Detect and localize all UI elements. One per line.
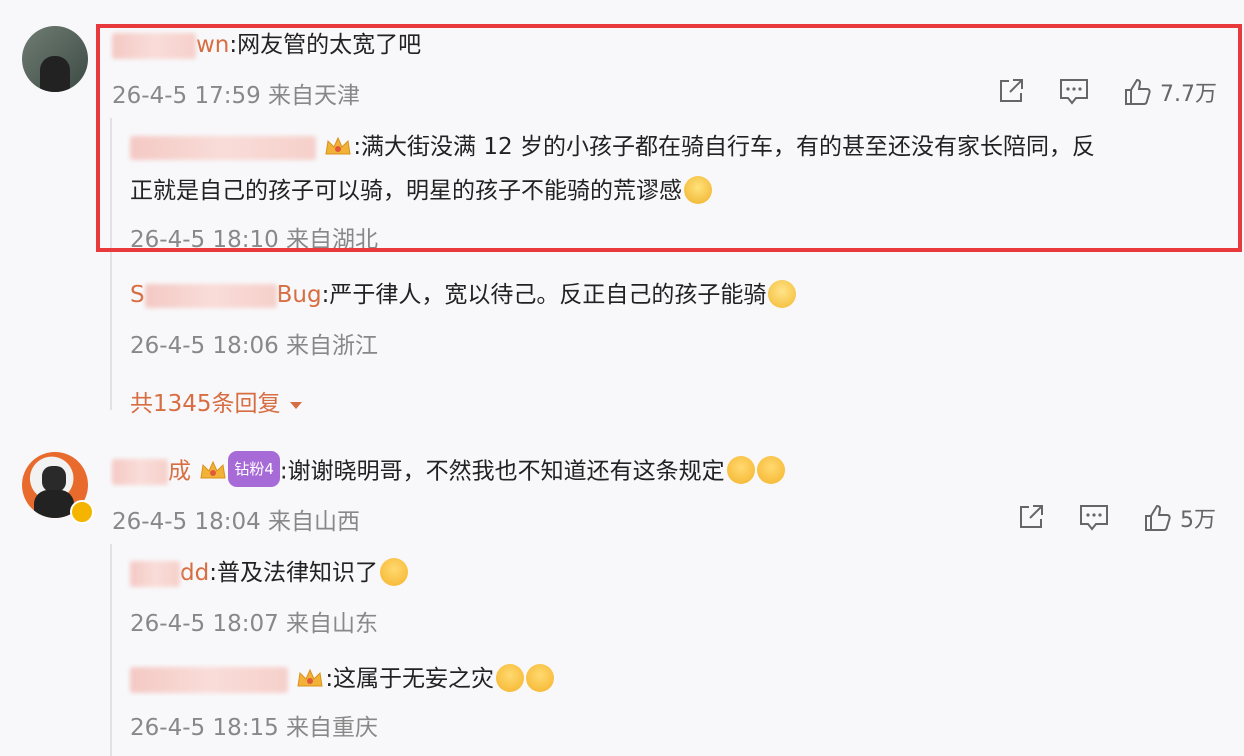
comment-text: :谢谢晓明哥，不然我也不知道还有这条规定 <box>279 458 725 485</box>
more-replies-label: 共1345条回复 <box>130 391 281 417</box>
username-prefix[interactable]: S <box>130 282 145 308</box>
reply-location: 来自山东 <box>286 611 379 637</box>
reply-text: :这属于无妄之灾 <box>325 666 495 692</box>
username-blurred[interactable] <box>112 459 168 485</box>
reply-time: 26-4-5 18:07 <box>130 611 279 637</box>
reply-time: 26-4-5 18:15 <box>130 715 279 741</box>
username-suffix[interactable]: 成 <box>168 459 191 485</box>
reply-meta: 26-4-5 18:07 来自山东 <box>130 604 378 638</box>
reply-item: dd:普及法律知识了 <box>130 556 408 590</box>
reply-item: S Bug:严于律人，宽以待己。反正自己的孩子能骑 <box>130 278 797 312</box>
reply-item: :这属于无妄之灾 <box>130 662 555 696</box>
crown-badge-icon <box>200 460 226 479</box>
laugh-cry-emoji-icon <box>526 663 555 692</box>
view-more-replies-link[interactable]: 共1345条回复 <box>130 384 304 418</box>
reply-location: 来自浙江 <box>286 333 379 359</box>
crown-badge-icon <box>297 668 323 686</box>
highlight-annotation-box <box>96 24 1242 252</box>
reply-time: 26-4-5 18:06 <box>130 333 279 359</box>
reply-meta: 26-4-5 18:15 来自重庆 <box>130 708 378 742</box>
share-icon <box>1020 505 1043 528</box>
username-blurred[interactable] <box>144 283 277 308</box>
laugh-cry-emoji-icon <box>496 663 525 692</box>
comment-icon <box>1080 505 1108 531</box>
like-button[interactable]: 5万 <box>1142 502 1216 534</box>
comment-header: 成 钻粉4:谢谢晓明哥，不然我也不知道还有这条规定 <box>112 451 785 490</box>
username-blurred[interactable] <box>130 666 288 693</box>
comment-button[interactable] <box>1078 502 1110 532</box>
thumbs-up-icon <box>1145 504 1171 531</box>
username-suffix[interactable]: Bug <box>277 282 322 308</box>
laugh-cry-emoji-icon <box>379 557 408 586</box>
reply-thread-line <box>110 544 112 756</box>
comment-meta: 26-4-5 18:04 来自山西 <box>112 502 360 536</box>
caret-down-icon <box>289 401 302 409</box>
share-button[interactable] <box>1016 502 1046 532</box>
fan-level-badge: 钻粉4 <box>228 451 280 487</box>
laugh-cry-emoji-icon <box>726 456 755 484</box>
laugh-cry-emoji-icon <box>756 456 785 484</box>
reply-location: 来自重庆 <box>286 715 379 741</box>
reply-text: :普及法律知识了 <box>209 560 378 586</box>
like-count: 5万 <box>1180 508 1216 533</box>
username-suffix[interactable]: dd <box>180 560 209 586</box>
verified-badge-icon <box>70 500 94 524</box>
comment-time: 26-4-5 18:04 <box>112 509 261 535</box>
reply-meta: 26-4-5 18:06 来自浙江 <box>130 326 378 360</box>
comment-location: 来自山西 <box>268 509 361 535</box>
username-blurred[interactable] <box>130 560 180 587</box>
grin-emoji-icon <box>768 279 797 308</box>
avatar[interactable] <box>22 26 88 92</box>
reply-text: :严于律人，宽以待己。反正自己的孩子能骑 <box>321 282 767 308</box>
